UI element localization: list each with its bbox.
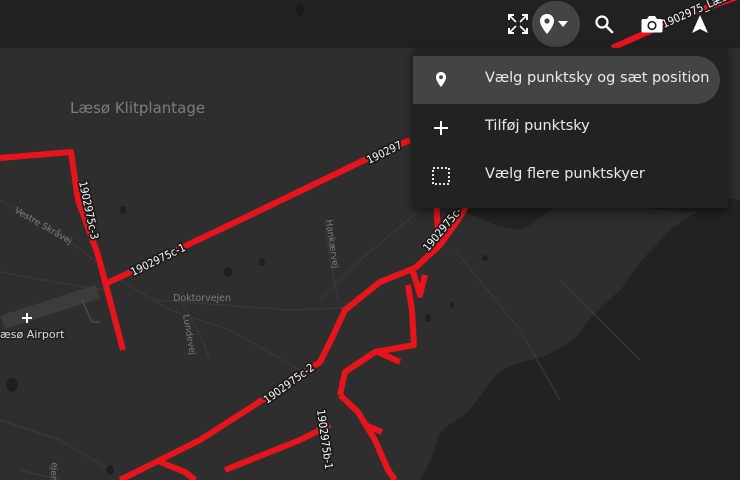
- menu-item-add-pointcloud[interactable]: Tilføj punktsky: [413, 104, 728, 152]
- menu-item-select-pointcloud[interactable]: Vælg punktsky og sæt position: [413, 56, 720, 104]
- dashed-selection-icon: [432, 167, 450, 185]
- menu-item-label: Vælg flere punktskyer: [485, 166, 645, 182]
- menu-item-label: Tilføj punktsky: [485, 118, 590, 134]
- app-root: Læsø Klitplantage Vestre Skråvej Doktorv…: [0, 0, 740, 480]
- location-dropdown-menu: Vælg punktsky og sæt position Tilføj pun…: [413, 48, 728, 208]
- navigate-button[interactable]: [688, 0, 712, 48]
- camera-icon: [641, 16, 663, 33]
- map-marker-icon: [436, 72, 446, 87]
- map-toolbar: 1902975_Læsø: [0, 0, 740, 48]
- menu-item-label: Vælg punktsky og sæt position: [485, 70, 710, 86]
- navigation-arrow-icon: [692, 15, 708, 33]
- location-menu-button[interactable]: [532, 1, 580, 47]
- plus-icon: [434, 121, 448, 135]
- screenshot-button[interactable]: [638, 0, 666, 48]
- chevron-down-icon: [558, 21, 568, 27]
- fullscreen-button[interactable]: [506, 0, 530, 48]
- toolbar-map-strip: 1902975_Læsø: [296, 0, 738, 48]
- menu-item-select-multiple[interactable]: Vælg flere punktskyer: [413, 152, 728, 200]
- label-doktorvejen: Doktorvejen: [173, 293, 231, 304]
- fullscreen-icon: [508, 14, 528, 34]
- label-plantation: Læsø Klitplantage: [70, 99, 205, 117]
- label-bottom-partial: ejen: [47, 462, 59, 480]
- map-marker-icon: [540, 14, 554, 34]
- label-airport: æsø Airport: [0, 328, 65, 341]
- search-icon: [595, 15, 614, 34]
- search-button[interactable]: [590, 0, 618, 48]
